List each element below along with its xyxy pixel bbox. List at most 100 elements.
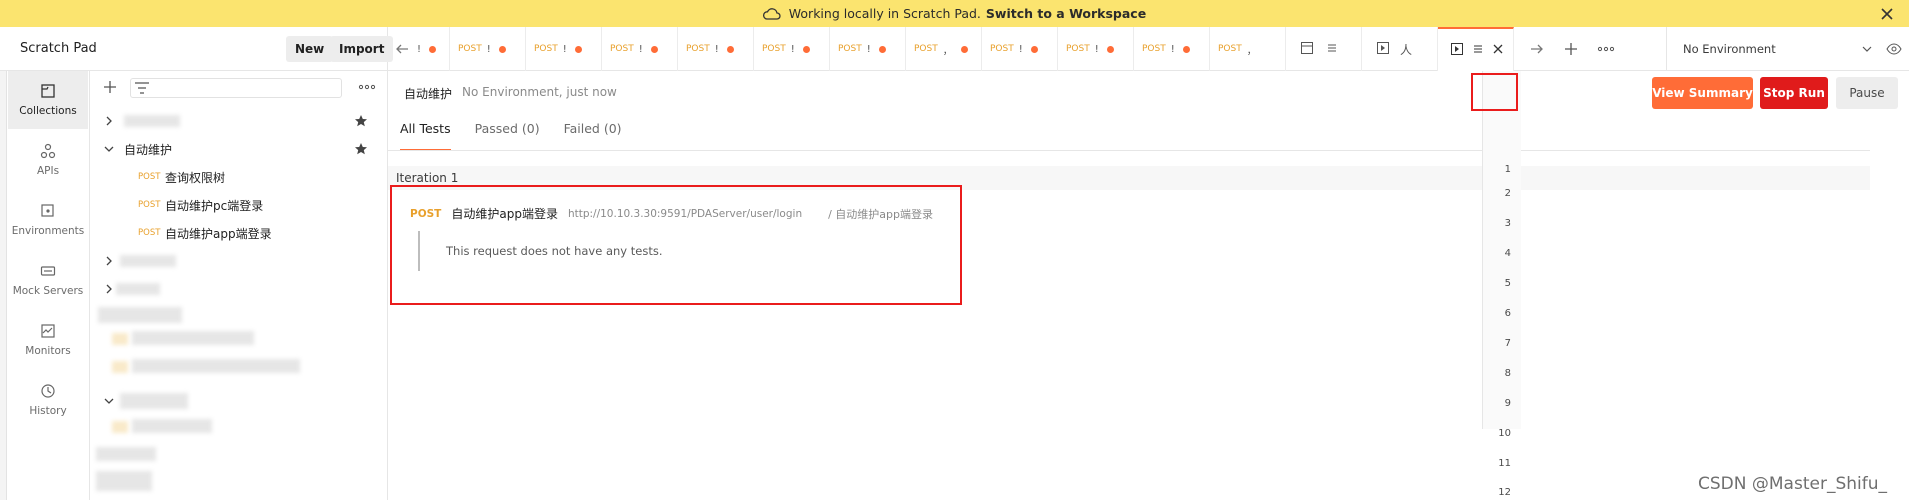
collection-tab[interactable]: [1286, 27, 1362, 71]
pause-button[interactable]: Pause: [1836, 77, 1898, 109]
unsaved-dot: [802, 45, 810, 53]
divider: [388, 150, 1870, 151]
collections-sidebar: 自动维护 POST 查询权限树 POST 自动维护pc端登录 POST 自动维护…: [90, 71, 388, 500]
iteration-number[interactable]: 5: [1505, 278, 1511, 289]
tab-all-tests[interactable]: All Tests: [400, 121, 451, 151]
star-icon[interactable]: [354, 114, 368, 128]
unsaved-dot: [574, 45, 582, 53]
tab-bar: ! POST! POST! POST! POST! POST! POST! PO…: [388, 27, 1909, 71]
request-url: http://10.10.3.30:9591/PDAServer/user/lo…: [567, 207, 803, 220]
chevron-right-icon: [104, 116, 114, 126]
request-tab[interactable]: POST!: [450, 27, 526, 71]
nav-history[interactable]: History: [8, 371, 88, 429]
close-tab-icon[interactable]: [1492, 43, 1504, 58]
request-name: 自动维护pc端登录: [165, 198, 264, 213]
iteration-rail: 1 2 3 4 5 6 7 8 9 10 11 12: [1471, 71, 1521, 498]
environments-icon: [41, 204, 54, 217]
request-tab[interactable]: POST!: [1058, 27, 1134, 71]
iteration-number[interactable]: 2: [1505, 188, 1511, 199]
arrow-left-icon[interactable]: [392, 27, 412, 71]
mock-servers-icon: [40, 266, 56, 276]
runner-tab[interactable]: 人: [1362, 27, 1438, 71]
iteration-number[interactable]: 9: [1505, 398, 1511, 409]
iteration-highlight: [1471, 73, 1518, 111]
request-tab[interactable]: POST!: [1134, 27, 1210, 71]
eye-icon[interactable]: [1883, 27, 1905, 71]
play-icon: [1376, 41, 1390, 58]
more-options-icon[interactable]: [358, 80, 376, 97]
run-environment: No Environment, just now: [462, 85, 617, 99]
request-item[interactable]: POST 查询权限树: [90, 165, 388, 189]
runner-tab-active[interactable]: [1438, 27, 1514, 71]
nav-environments[interactable]: Environments: [8, 191, 88, 249]
close-icon[interactable]: [1877, 4, 1897, 24]
collection-row[interactable]: [90, 249, 388, 273]
collection-row[interactable]: [90, 109, 388, 133]
run-header: 自动维护 No Environment, just now: [404, 85, 617, 102]
chevron-right-icon: [104, 256, 114, 266]
view-summary-button[interactable]: View Summary: [1652, 77, 1753, 109]
request-tab[interactable]: POST!: [830, 27, 906, 71]
iteration-label: Iteration 1: [396, 171, 459, 185]
nav-label: Environments: [11, 225, 85, 237]
left-nav: Collections APIs Environments Mock Serve…: [0, 71, 90, 500]
tab-passed[interactable]: Passed (0): [475, 121, 540, 151]
iteration-number[interactable]: 3: [1505, 218, 1511, 229]
nav-collections[interactable]: Collections: [8, 71, 88, 129]
environment-selector[interactable]: No Environment: [1666, 27, 1909, 71]
iteration-number[interactable]: 8: [1505, 368, 1511, 379]
nav-label: Mock Servers: [12, 285, 84, 297]
play-icon: [1450, 42, 1464, 59]
iteration-number[interactable]: 6: [1505, 308, 1511, 319]
unsaved-dot: [1030, 45, 1038, 53]
collection-row-expanded[interactable]: [90, 389, 388, 413]
request-tab[interactable]: !: [412, 27, 450, 71]
request-tab[interactable]: POST!: [526, 27, 602, 71]
request-result[interactable]: POST 自动维护app端登录 http://10.10.3.30:9591/P…: [390, 185, 962, 305]
iteration-number[interactable]: 7: [1505, 338, 1511, 349]
add-icon[interactable]: [102, 79, 118, 98]
iteration-number[interactable]: 1: [1505, 164, 1511, 175]
filter-input[interactable]: [130, 78, 342, 98]
nav-apis[interactable]: APIs: [8, 131, 88, 189]
iteration-number[interactable]: 10: [1498, 428, 1511, 439]
chevron-down-icon: [104, 144, 114, 154]
nav-mock-servers[interactable]: Mock Servers: [8, 251, 88, 309]
chevron-right-icon: [104, 284, 114, 294]
more-tabs-icon[interactable]: [1594, 27, 1618, 71]
request-item[interactable]: POST 自动维护pc端登录: [90, 193, 388, 217]
request-tab[interactable]: POST，: [906, 27, 982, 71]
sidebar-toolbar: [90, 71, 388, 107]
list-icon: [1326, 42, 1338, 57]
history-icon: [41, 384, 55, 398]
blurred-text: [120, 393, 188, 409]
request-tab[interactable]: POST!: [678, 27, 754, 71]
collection-row-expanded[interactable]: 自动维护: [90, 137, 388, 161]
new-button[interactable]: New: [286, 35, 334, 62]
stop-run-button[interactable]: Stop Run: [1760, 77, 1828, 109]
iteration-number[interactable]: 12: [1498, 487, 1511, 498]
filter-icon[interactable]: [134, 81, 150, 98]
unsaved-dot: [878, 45, 886, 53]
request-item[interactable]: POST 自动维护app端登录: [90, 221, 388, 245]
import-button[interactable]: Import: [330, 35, 394, 62]
tab-failed[interactable]: Failed (0): [564, 121, 622, 151]
nav-label: Monitors: [25, 345, 71, 357]
request-tab[interactable]: POST!: [982, 27, 1058, 71]
watermark: CSDN @Master_Shifu_: [1698, 474, 1887, 494]
blurred-text: [132, 419, 212, 433]
star-icon[interactable]: [354, 142, 368, 156]
method-badge: POST: [138, 200, 161, 210]
arrow-right-icon[interactable]: [1526, 27, 1548, 71]
switch-workspace-link[interactable]: Switch to a Workspace: [986, 6, 1146, 21]
collection-row[interactable]: [90, 277, 388, 301]
request-name: 自动维护app端登录: [165, 226, 272, 241]
iteration-number[interactable]: 11: [1498, 458, 1511, 469]
request-tab[interactable]: POST!: [602, 27, 678, 71]
request-tab[interactable]: POST!: [754, 27, 830, 71]
iteration-number[interactable]: 4: [1505, 248, 1511, 259]
request-tab[interactable]: POST，: [1210, 27, 1286, 71]
new-tab-icon[interactable]: [1560, 27, 1582, 71]
nav-monitors[interactable]: Monitors: [8, 311, 88, 369]
runner-results: 自动维护 No Environment, just now View Summa…: [388, 71, 1909, 500]
